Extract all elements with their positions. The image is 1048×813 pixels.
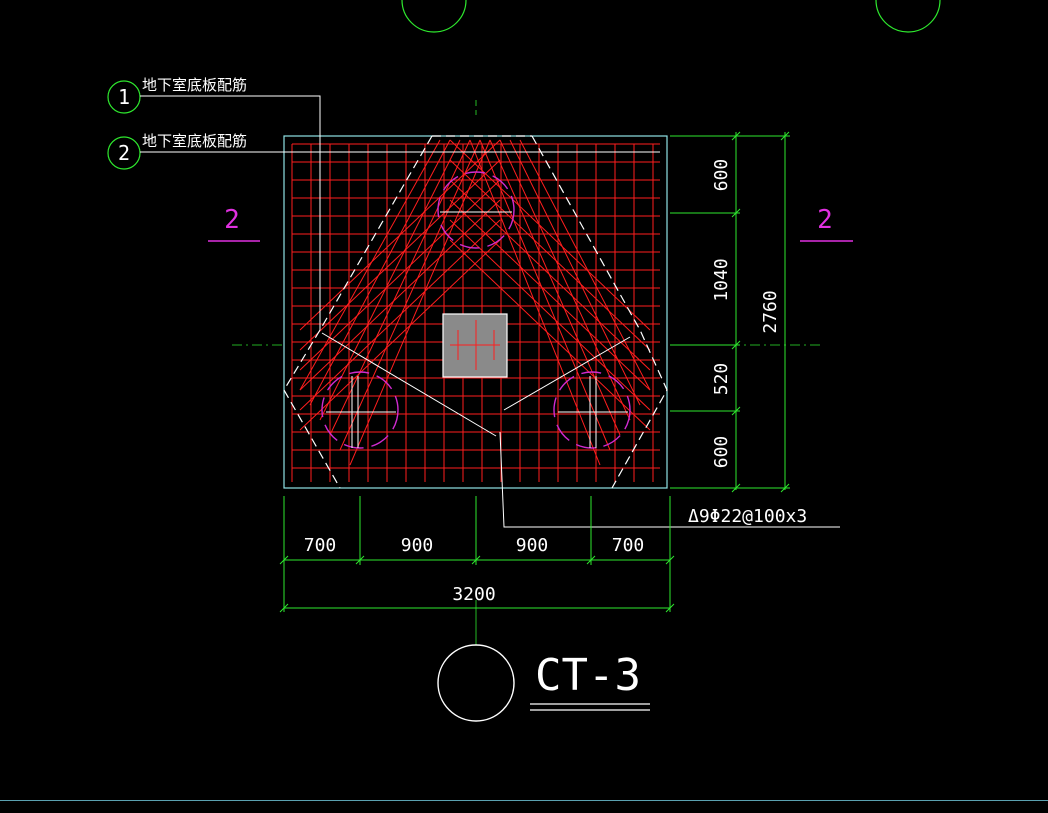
callout-1[interactable]: 1 地下室底板配筋 — [107, 76, 321, 330]
rebar-grid — [291, 143, 660, 482]
dim-bottom-3: 700 — [612, 535, 645, 556]
drawing-title: CT-3 — [535, 650, 641, 701]
rebar-diagonal — [339, 139, 481, 451]
axis-bubble-top-left — [401, 0, 467, 33]
rebar-diagonal — [449, 139, 651, 331]
callout-2-label: 地下室底板配筋 — [142, 132, 247, 150]
section-mark-left[interactable]: 2 — [208, 205, 260, 242]
dim-bottom-1: 900 — [401, 535, 434, 556]
rebar-diagonal — [299, 139, 441, 391]
dim-right-total: 2760 — [760, 290, 781, 333]
rebar-diagonal-bands — [299, 139, 660, 466]
callout-1-number: 1 — [118, 85, 130, 109]
cad-drawing-canvas[interactable]: 1 地下室底板配筋 2 地下室底板配筋 2 2 Δ9Φ22@100x3 700 … — [0, 0, 1048, 813]
callout-1-label: 地下室底板配筋 — [142, 76, 247, 94]
section-mark-left-label: 2 — [224, 205, 240, 235]
rebar-diagonal — [469, 139, 601, 466]
dim-bottom-2: 900 — [516, 535, 549, 556]
dim-right-2: 520 — [711, 363, 732, 396]
dim-right-3: 600 — [711, 436, 732, 469]
axis-bubble-bottom — [437, 644, 515, 722]
dim-right-1: 1040 — [711, 258, 732, 301]
dim-right-0: 600 — [711, 159, 732, 192]
pile-bottom-right — [553, 371, 631, 449]
section-mark-right-label: 2 — [817, 205, 833, 235]
callout-2-number: 2 — [118, 141, 130, 165]
section-mark-right[interactable]: 2 — [800, 205, 853, 242]
dim-bottom-total: 3200 — [452, 584, 495, 605]
axis-bubble-top-right — [875, 0, 941, 33]
dim-bottom-0: 700 — [304, 535, 337, 556]
rebar-note-text: Δ9Φ22@100x3 — [688, 506, 807, 527]
status-strip — [0, 800, 1048, 813]
